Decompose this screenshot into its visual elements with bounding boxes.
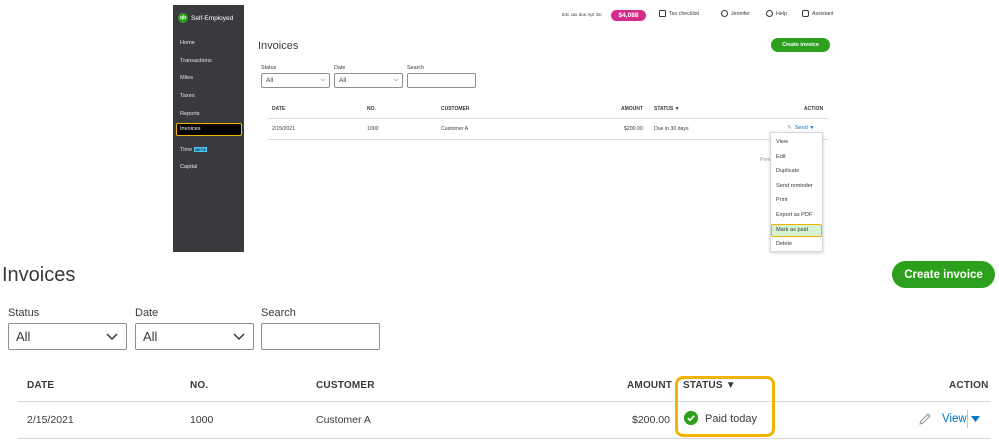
sidebar-item-invoices[interactable]: Invoices (176, 123, 242, 136)
row-status: Due in 30 days (654, 126, 689, 132)
status-highlight-box (675, 376, 775, 437)
view-button[interactable]: View (942, 413, 967, 425)
pencil-icon[interactable] (918, 412, 932, 426)
chevron-down-icon (233, 333, 245, 341)
user-name: Jennifer (731, 10, 750, 17)
chevron-down-icon[interactable]: ▼ (809, 125, 814, 131)
assistant-label: Assistant (812, 10, 834, 17)
status-filter-label: Status (261, 65, 277, 71)
date-filter-select[interactable]: All (135, 323, 254, 350)
menu-item-edit[interactable]: Edit (776, 154, 786, 160)
gear-icon (721, 10, 728, 17)
create-invoice-button[interactable]: Create invoice (771, 38, 830, 52)
brand[interactable]: qb Self-Employed (178, 12, 233, 24)
pager-prev[interactable]: Prev (760, 157, 770, 163)
status-filter-select[interactable]: All (8, 323, 127, 350)
row-customer[interactable]: Customer A (441, 126, 468, 132)
col-header-action: ACTION (949, 380, 989, 391)
sidebar-item-capital[interactable]: Capital (180, 163, 197, 172)
brand-name: Self-Employed (191, 14, 234, 22)
pencil-icon[interactable]: ✎ (787, 125, 792, 131)
chevron-down-icon[interactable] (971, 416, 980, 423)
col-header-amount: AMOUNT (627, 380, 673, 391)
divider (967, 410, 968, 428)
menu-item-mark-as-paid[interactable]: Mark as paid (771, 224, 822, 237)
sidebar-item-label: Time (180, 147, 193, 153)
help-label: Help (776, 10, 787, 17)
menu-item-print[interactable]: Print (776, 197, 788, 203)
col-header-action: ACTION (804, 106, 824, 112)
date-filter-value: All (143, 329, 158, 344)
status-filter-value: All (16, 329, 31, 344)
est-tax-label: Est. tax due Apr 15: (562, 12, 603, 17)
help-button[interactable]: Help (766, 10, 787, 17)
sidebar-item-taxes[interactable]: Taxes (180, 92, 195, 101)
divider (18, 438, 991, 439)
row-amount: $200.00 (624, 126, 643, 132)
action-menu: View Edit Duplicate Send reminder Print … (770, 132, 823, 252)
date-filter-value: All (339, 77, 347, 84)
search-label: Search (407, 65, 425, 71)
divider (268, 139, 828, 140)
chat-icon (802, 10, 809, 17)
date-filter-select[interactable]: All ⌵ (334, 73, 403, 88)
chevron-down-icon: ⌵ (320, 77, 325, 83)
menu-item-view[interactable]: View (776, 139, 788, 145)
status-filter-select[interactable]: All ⌵ (261, 73, 330, 88)
menu-item-export-pdf[interactable]: Export as PDF (776, 212, 812, 218)
search-label: Search (261, 307, 296, 319)
col-header-customer: CUSTOMER (441, 106, 470, 112)
sidebar: qb Self-Employed Home Transactions Miles… (173, 5, 244, 252)
top-screenshot: qb Self-Employed Home Transactions Miles… (0, 0, 999, 255)
row-no: 1000 (190, 414, 214, 426)
page-title: Invoices (2, 264, 76, 286)
row-status: Paid today (705, 413, 757, 425)
search-input[interactable] (261, 323, 380, 350)
date-filter-label: Date (135, 307, 159, 319)
divider (18, 401, 991, 402)
user-menu[interactable]: Jennifer (721, 10, 750, 17)
col-header-date: DATE (27, 380, 55, 391)
chevron-down-icon (106, 333, 118, 341)
quickbooks-logo-icon: qb (178, 13, 188, 23)
menu-item-duplicate[interactable]: Duplicate (776, 168, 799, 174)
menu-item-delete[interactable]: Delete (776, 241, 792, 247)
clipboard-icon (659, 10, 666, 17)
tax-amount-badge[interactable]: $4,088 (611, 10, 646, 21)
sidebar-item-miles[interactable]: Miles (180, 74, 193, 83)
status-filter-value: All (266, 77, 274, 84)
sidebar-item-time[interactable]: Time BETA (180, 146, 207, 155)
tax-checklist-link[interactable]: Tax checklist (659, 10, 699, 17)
sidebar-item-transactions[interactable]: Transactions (180, 57, 212, 66)
divider (268, 118, 828, 119)
create-invoice-button[interactable]: Create invoice (892, 261, 995, 288)
status-filter-label: Status (8, 307, 40, 319)
page-title: Invoices (258, 40, 299, 52)
col-header-customer: CUSTOMER (316, 380, 375, 391)
row-date: 2/15/2021 (272, 126, 296, 132)
col-header-amount: AMOUNT (621, 106, 643, 112)
send-label: Send (794, 125, 808, 131)
sidebar-item-reports[interactable]: Reports (180, 110, 200, 119)
row-no: 1000 (367, 126, 379, 132)
tax-checklist-label: Tax checklist (669, 10, 700, 17)
col-header-status[interactable]: STATUS ▼ (654, 106, 680, 112)
search-input[interactable] (407, 73, 476, 88)
row-date: 2/15/2021 (27, 414, 74, 426)
send-button[interactable]: ✎ Send ▼ (787, 125, 814, 131)
date-filter-label: Date (334, 65, 346, 71)
col-header-no: NO. (367, 106, 376, 112)
chevron-down-icon: ⌵ (393, 77, 398, 83)
col-header-no: NO. (190, 380, 209, 391)
assistant-button[interactable]: Assistant (802, 10, 834, 17)
beta-badge: BETA (194, 147, 207, 153)
sidebar-item-home[interactable]: Home (180, 39, 195, 48)
help-icon (766, 10, 773, 17)
row-customer[interactable]: Customer A (316, 414, 371, 426)
row-amount: $200.00 (632, 414, 670, 426)
menu-item-send-reminder[interactable]: Send reminder (776, 183, 813, 189)
col-header-date: DATE (272, 106, 286, 112)
checkmark-icon (684, 411, 698, 425)
